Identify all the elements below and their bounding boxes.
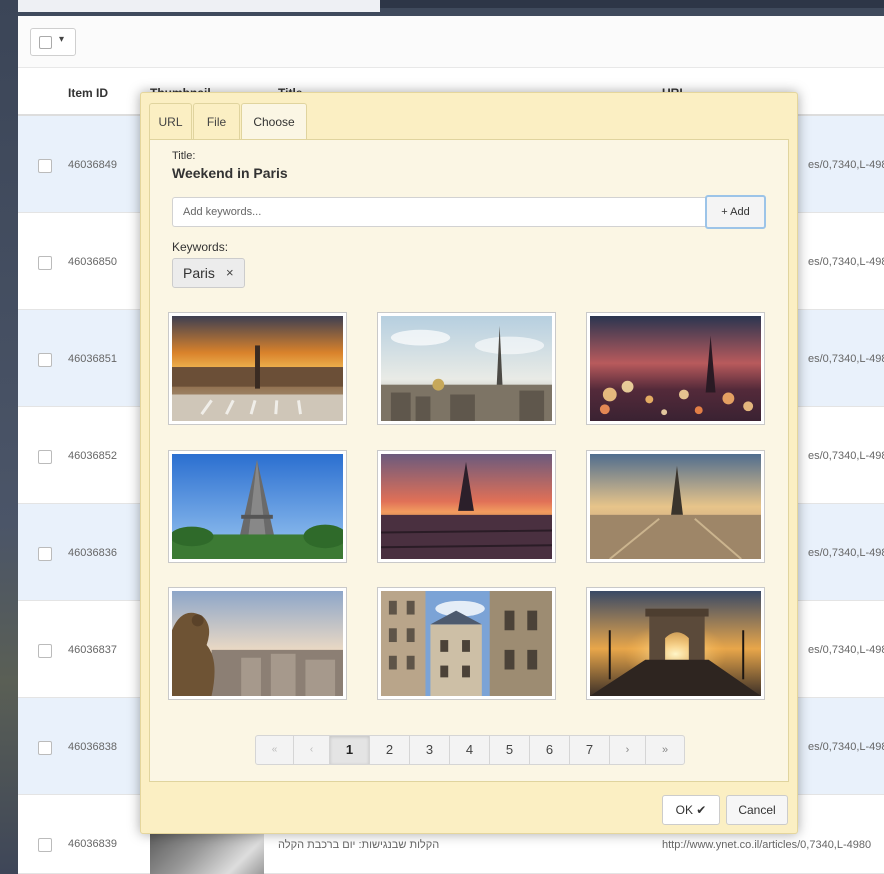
select-all-dropdown[interactable]: ▾ [30,28,76,56]
page-3-button[interactable]: 3 [410,736,450,764]
row-checkbox[interactable] [38,741,52,755]
item-id: 46036849 [68,159,117,171]
row-checkbox[interactable] [38,256,52,270]
eiffel-sunset-plaza-image [590,454,761,560]
select-all-checkbox[interactable] [39,36,52,49]
item-url[interactable]: es/0,7340,L-4980 [808,547,884,559]
page-5-button[interactable]: 5 [490,736,530,764]
first-page-button[interactable]: « [256,736,294,764]
keywords-label: Keywords: [172,240,229,254]
keywords-input[interactable] [172,197,706,227]
image-option[interactable] [168,450,347,563]
top-strip [18,0,884,16]
image-option[interactable] [377,312,556,425]
image-option[interactable] [586,450,765,563]
page-1-button[interactable]: 1 [330,736,370,764]
title-value: Weekend in Paris [172,165,288,181]
page-4-button[interactable]: 4 [450,736,490,764]
cancel-button[interactable]: Cancel [726,795,788,825]
row-checkbox[interactable] [38,450,52,464]
desktop-background [0,0,18,874]
eiffel-blue-sky-image [170,454,347,559]
page-6-button[interactable]: 6 [530,736,570,764]
keyword-chip: Paris × [172,258,245,288]
image-option[interactable] [586,587,765,700]
add-keyword-button[interactable]: + Add [705,195,766,229]
image-option[interactable] [377,587,556,700]
gargoyle-image [172,591,343,696]
page-7-button[interactable]: 7 [570,736,610,764]
item-id: 46036851 [68,353,117,365]
image-option[interactable] [377,450,556,563]
remove-keyword-icon[interactable]: × [226,259,234,287]
row-checkbox[interactable] [38,353,52,367]
item-url[interactable]: es/0,7340,L-4980 [808,450,884,462]
page-2-button[interactable]: 2 [370,736,410,764]
pagination: « ‹ 1 2 3 4 5 6 7 › » [255,735,685,765]
choose-tab-panel: Title: Weekend in Paris + Add Keywords: … [149,139,789,782]
parisian-buildings-image [381,591,552,696]
caret-down-icon: ▾ [59,34,65,45]
header-item-id: Item ID [68,86,109,100]
item-id: 46036850 [68,256,117,268]
item-id: 46036837 [68,644,117,656]
item-url[interactable]: es/0,7340,L-4980 [808,353,884,365]
item-id: 46036838 [68,741,117,753]
title-label: Title: [172,150,196,162]
row-checkbox[interactable] [38,838,52,852]
ok-button[interactable]: OK ✔ [662,795,720,825]
row-checkbox[interactable] [38,644,52,658]
image-picker-modal: URL File Choose Title: Weekend in Paris … [140,92,798,834]
row-checkbox[interactable] [38,547,52,561]
next-page-button[interactable]: › [610,736,646,764]
item-title: הקלות שבנגישות: יום ברכבת הקלה [278,839,440,851]
place-vendome-image [172,316,343,421]
item-id: 46036852 [68,450,117,462]
item-id: 46036836 [68,547,117,559]
item-id: 46036839 [68,838,117,850]
eiffel-dusk-image [380,454,553,559]
prev-page-button[interactable]: ‹ [294,736,330,764]
row-checkbox[interactable] [38,159,52,173]
item-url[interactable]: es/0,7340,L-4980 [808,741,884,753]
tab-url[interactable]: URL [149,103,192,139]
item-url[interactable]: es/0,7340,L-4980 [808,159,884,171]
item-url[interactable]: http://www.ynet.co.il/articles/0,7340,L-… [662,839,871,851]
keyword-chip-label: Paris [183,265,215,281]
eiffel-bokeh-image [590,316,761,421]
image-option[interactable] [168,587,347,700]
item-url[interactable]: es/0,7340,L-4980 [808,644,884,656]
image-option[interactable] [586,312,765,425]
tab-choose[interactable]: Choose [241,103,307,140]
item-url[interactable]: es/0,7340,L-4980 [808,256,884,268]
arc-de-triomphe-image [590,591,761,696]
eiffel-cityscape-image [381,316,552,421]
table-toolbar: ▾ [18,16,884,68]
tab-file[interactable]: File [193,103,240,139]
last-page-button[interactable]: » [646,736,684,764]
image-option[interactable] [168,312,347,425]
